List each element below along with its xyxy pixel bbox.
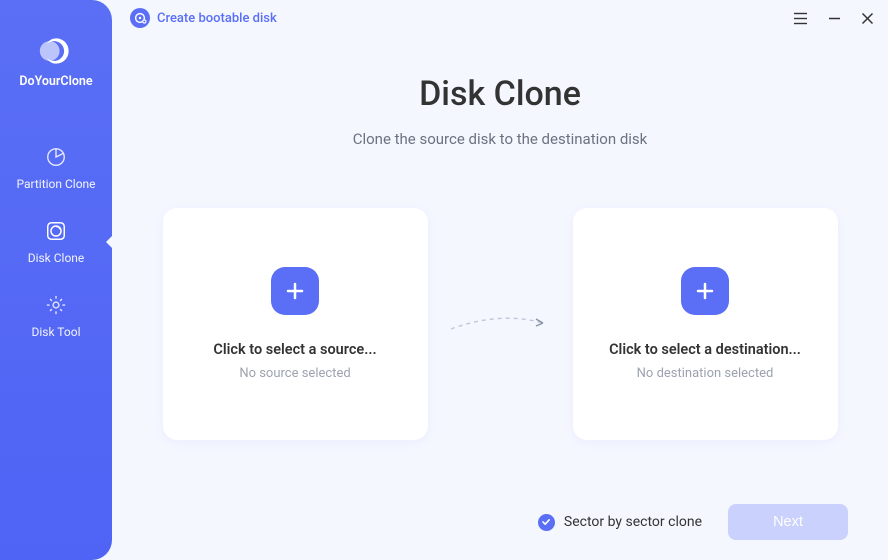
sidebar-item-label: Partition Clone	[16, 177, 95, 191]
create-bootable-disk-link[interactable]: Create bootable disk	[130, 8, 277, 28]
topbar: Create bootable disk	[112, 0, 888, 36]
window-controls	[793, 12, 874, 25]
source-card-sub: No source selected	[239, 366, 350, 381]
dest-card-sub: No destination selected	[637, 366, 774, 381]
plus-icon	[681, 267, 729, 315]
page-title: Disk Clone	[419, 74, 581, 114]
source-card-title: Click to select a source...	[213, 341, 376, 358]
disk-clone-icon	[44, 219, 68, 243]
hamburger-icon	[793, 12, 808, 25]
app-logo: DoYourClone	[19, 38, 92, 89]
dest-card-title: Click to select a destination...	[609, 341, 801, 358]
main-area: Create bootable disk	[112, 0, 888, 560]
checkmark-icon	[538, 514, 555, 531]
close-icon	[861, 12, 874, 25]
sector-checkbox-label: Sector by sector clone	[564, 514, 702, 530]
logo-icon	[38, 38, 74, 64]
sector-by-sector-checkbox[interactable]: Sector by sector clone	[538, 514, 702, 531]
app-name: DoYourClone	[19, 74, 92, 89]
sidebar-item-partition-clone[interactable]: Partition Clone	[0, 131, 112, 205]
minimize-icon	[828, 12, 841, 25]
cards-row: Click to select a source... No source se…	[112, 208, 888, 440]
minimize-button[interactable]	[828, 12, 841, 25]
sidebar-item-label: Disk Clone	[28, 251, 85, 265]
close-button[interactable]	[861, 12, 874, 25]
footer: Sector by sector clone Next	[538, 504, 848, 540]
pie-chart-icon	[44, 145, 68, 169]
sidebar-item-label: Disk Tool	[32, 325, 81, 339]
content: Disk Clone Clone the source disk to the …	[112, 36, 888, 560]
page-subtitle: Clone the source disk to the destination…	[353, 130, 648, 148]
gear-icon	[44, 293, 68, 317]
sidebar: DoYourClone Partition Clone Disk Clone	[0, 0, 112, 560]
destination-disk-card[interactable]: Click to select a destination... No dest…	[573, 208, 838, 440]
source-disk-card[interactable]: Click to select a source... No source se…	[163, 208, 428, 440]
sidebar-item-disk-clone[interactable]: Disk Clone	[0, 205, 112, 279]
next-button[interactable]: Next	[728, 504, 848, 540]
plus-icon	[271, 267, 319, 315]
bootable-link-label: Create bootable disk	[157, 11, 277, 26]
arrow-icon	[428, 309, 573, 339]
menu-button[interactable]	[793, 12, 808, 25]
disc-icon	[130, 8, 150, 28]
sidebar-item-disk-tool[interactable]: Disk Tool	[0, 279, 112, 353]
